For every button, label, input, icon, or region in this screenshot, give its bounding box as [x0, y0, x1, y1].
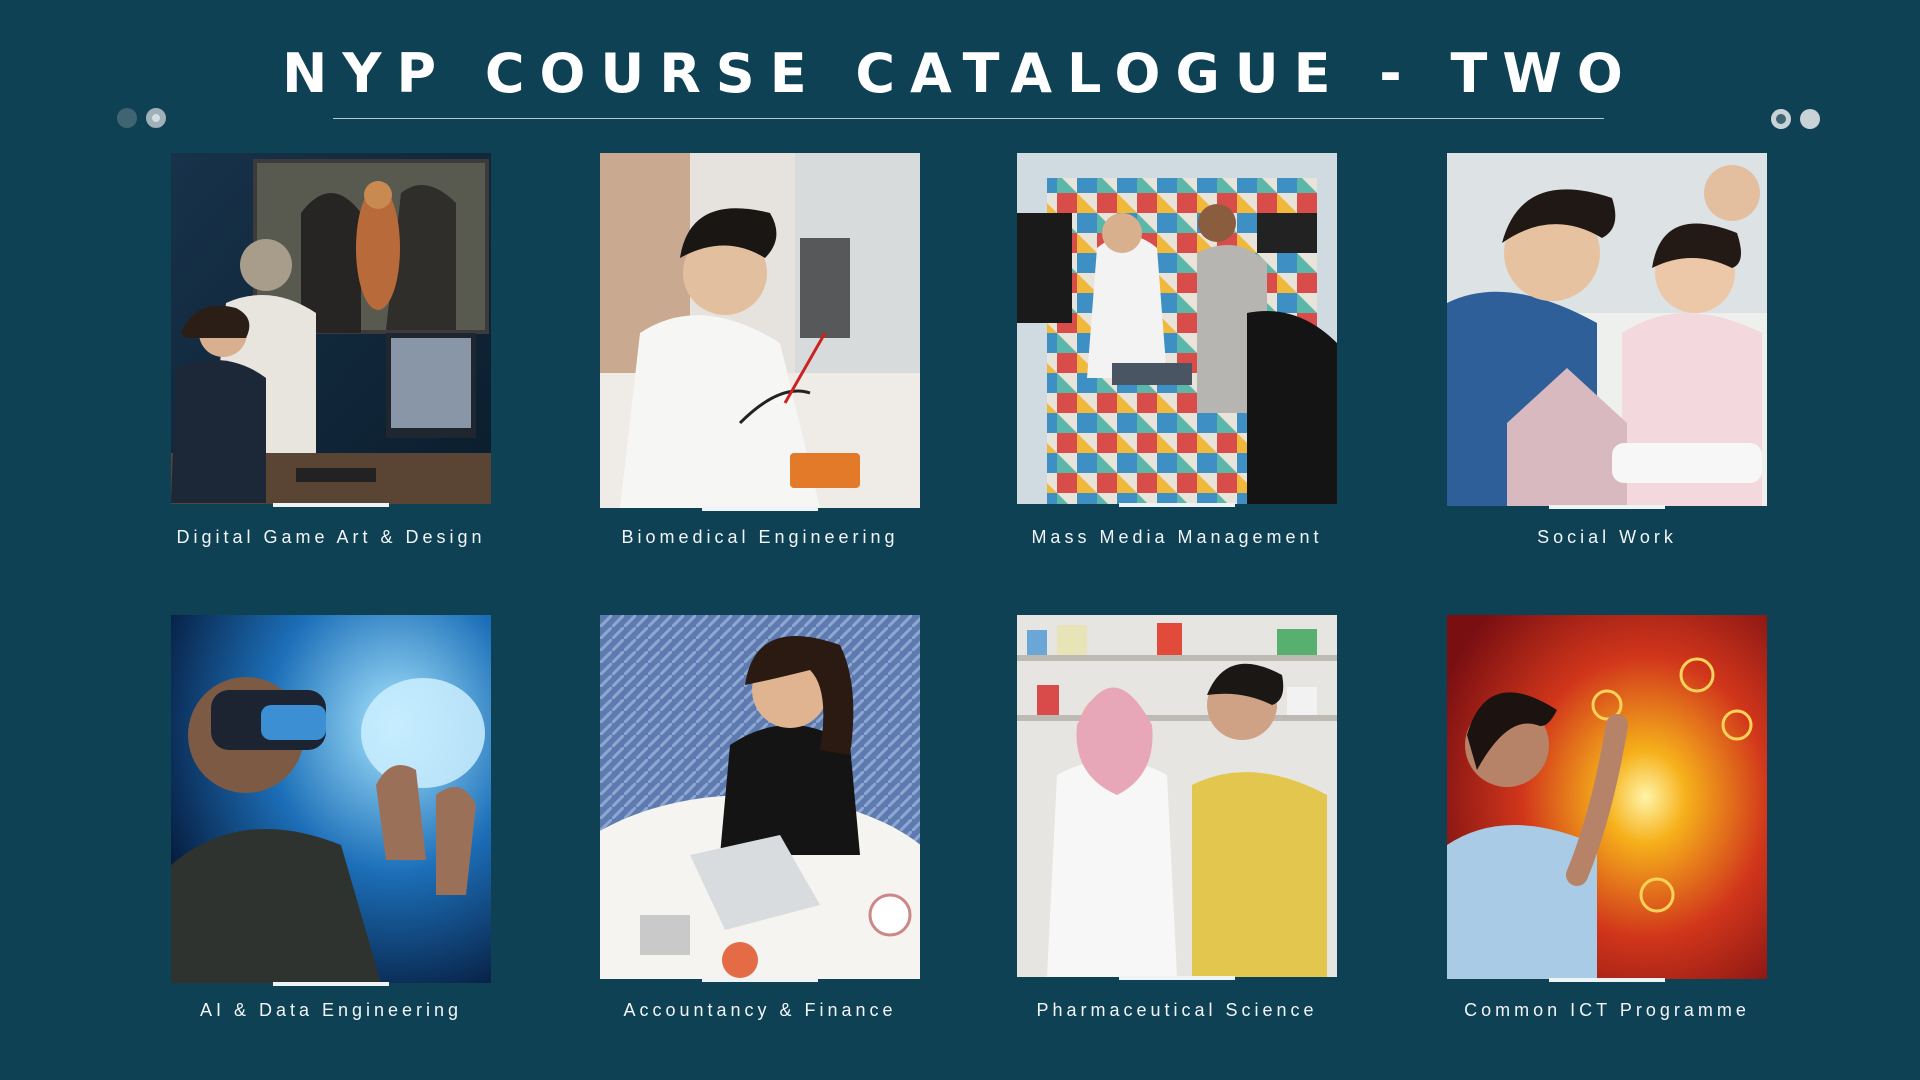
course-label[interactable]: Accountancy & Finance [560, 1000, 960, 1021]
course-label[interactable]: Social Work [1407, 527, 1807, 548]
course-photo[interactable] [1447, 153, 1767, 506]
course-label[interactable]: Common ICT Programme [1407, 1000, 1807, 1021]
course-label[interactable]: Pharmaceutical Science [977, 1000, 1377, 1021]
decorative-dot [117, 108, 137, 128]
card-underline [1549, 978, 1665, 982]
course-photo[interactable] [600, 615, 920, 979]
course-photo[interactable] [171, 153, 491, 504]
card-underline [1119, 976, 1235, 980]
title-divider [333, 118, 1604, 119]
course-label[interactable]: Digital Game Art & Design [131, 527, 531, 548]
course-label[interactable]: AI & Data Engineering [131, 1000, 531, 1021]
card-underline [702, 507, 818, 511]
course-label[interactable]: Mass Media Management [977, 527, 1377, 548]
card-underline [1119, 503, 1235, 507]
card-underline [273, 503, 389, 507]
card-underline [273, 982, 389, 986]
card-underline [702, 978, 818, 982]
course-photo[interactable] [171, 615, 491, 983]
page-title: NYP COURSE CATALOGUE - TWO [282, 42, 1638, 105]
course-photo[interactable] [1017, 615, 1337, 977]
card-underline [1549, 505, 1665, 509]
course-label[interactable]: Biomedical Engineering [560, 527, 960, 548]
decorative-dot [1771, 109, 1791, 129]
course-photo[interactable] [1447, 615, 1767, 979]
course-photo[interactable] [600, 153, 920, 508]
decorative-dot [1800, 109, 1820, 129]
course-photo[interactable] [1017, 153, 1337, 504]
decorative-dot [146, 108, 166, 128]
